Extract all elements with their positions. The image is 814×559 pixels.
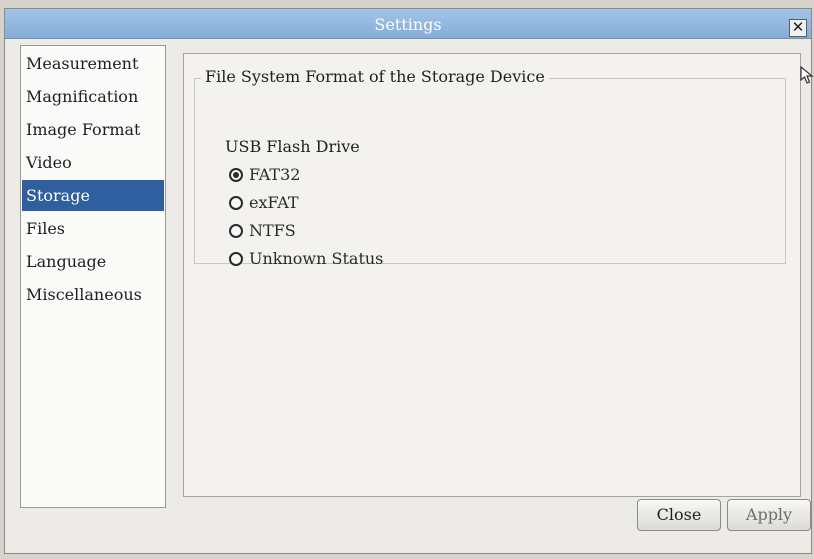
title-bar: Settings bbox=[5, 9, 811, 39]
settings-sidebar: Measurement Magnification Image Format V… bbox=[20, 45, 166, 508]
radio-unchecked-icon[interactable] bbox=[229, 196, 243, 210]
sidebar-item-files[interactable]: Files bbox=[22, 213, 164, 244]
storage-settings-panel: File System Format of the Storage Device… bbox=[183, 53, 801, 497]
radio-label: Unknown Status bbox=[249, 249, 384, 268]
sidebar-item-image-format[interactable]: Image Format bbox=[22, 114, 164, 145]
close-icon: ✕ bbox=[791, 18, 805, 36]
sidebar-item-measurement[interactable]: Measurement bbox=[22, 48, 164, 79]
radio-label: exFAT bbox=[249, 193, 299, 212]
apply-button[interactable]: Apply bbox=[727, 499, 811, 531]
settings-window: Settings ✕ Measurement Magnification Ima… bbox=[4, 8, 814, 554]
radio-checked-icon[interactable] bbox=[229, 168, 243, 182]
sidebar-item-language[interactable]: Language bbox=[22, 246, 164, 277]
close-window-button[interactable]: ✕ bbox=[789, 19, 807, 37]
group-title: File System Format of the Storage Device bbox=[201, 67, 549, 86]
sidebar-item-storage[interactable]: Storage bbox=[22, 180, 164, 211]
sidebar-item-magnification[interactable]: Magnification bbox=[22, 81, 164, 112]
window-title: Settings bbox=[374, 15, 442, 34]
radio-unchecked-icon[interactable] bbox=[229, 252, 243, 266]
sidebar-item-miscellaneous[interactable]: Miscellaneous bbox=[22, 279, 164, 310]
radio-label: FAT32 bbox=[249, 165, 301, 184]
file-system-format-group: File System Format of the Storage Device… bbox=[194, 67, 786, 268]
close-button[interactable]: Close bbox=[637, 499, 721, 531]
usb-flash-drive-label: USB Flash Drive bbox=[225, 137, 360, 156]
radio-unchecked-icon[interactable] bbox=[229, 224, 243, 238]
radio-label: NTFS bbox=[249, 221, 296, 240]
sidebar-item-video[interactable]: Video bbox=[22, 147, 164, 178]
mouse-pointer-icon bbox=[800, 66, 814, 84]
